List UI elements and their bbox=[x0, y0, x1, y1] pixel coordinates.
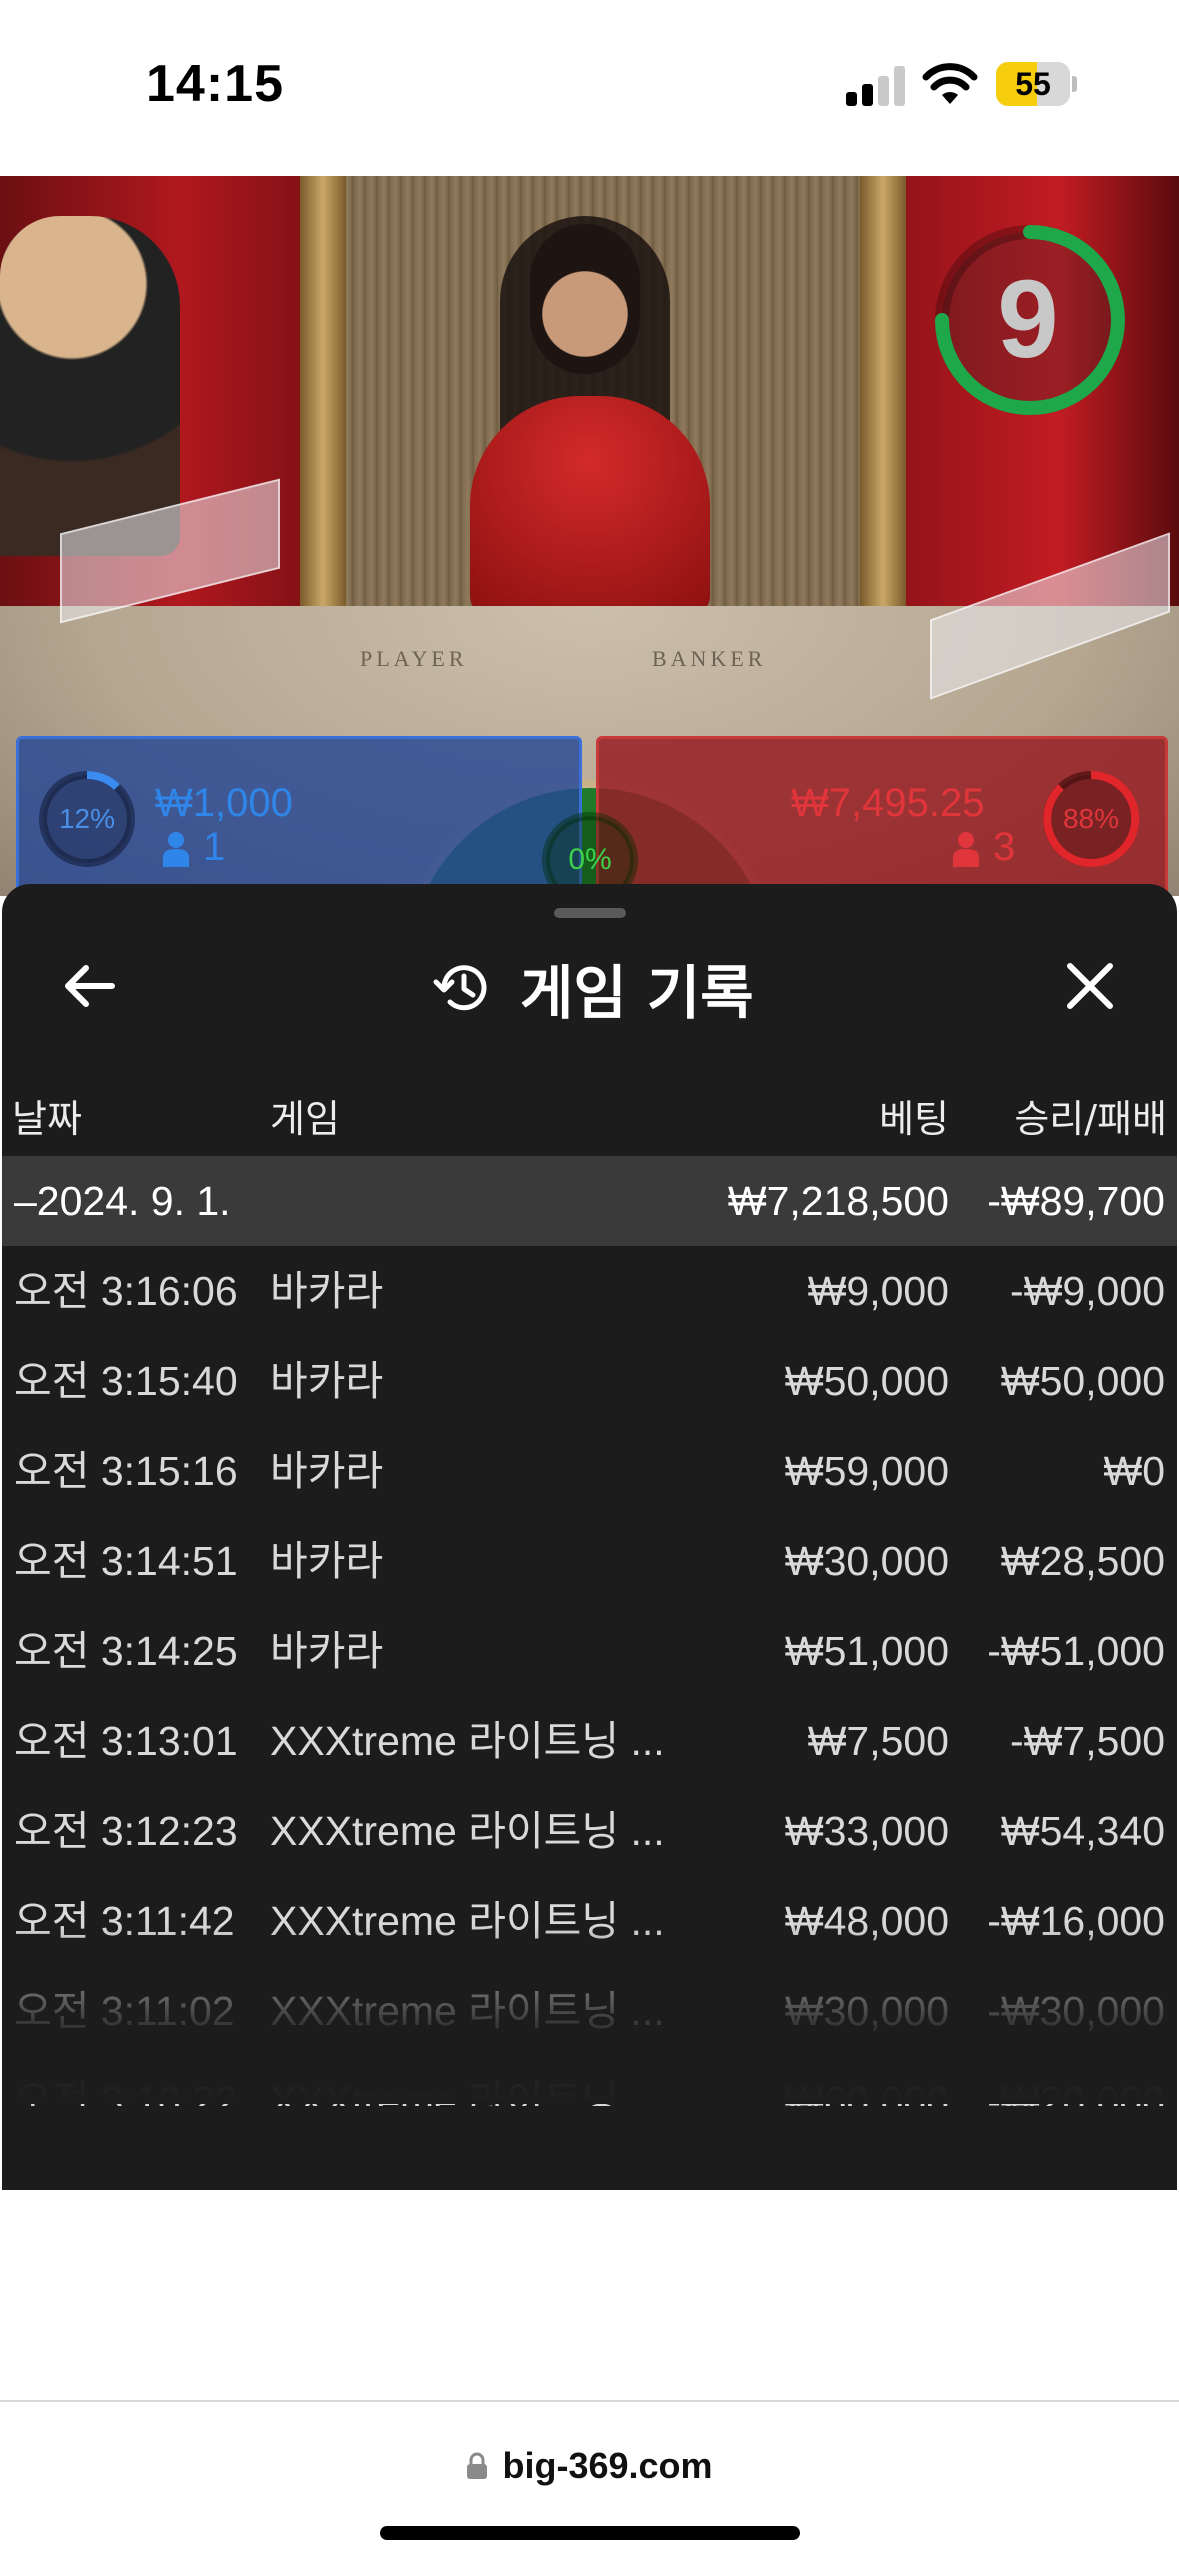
row-time: 오전 3:11:42 bbox=[14, 1898, 235, 1944]
table-header: 날짜 게임 베팅 승리/패배 bbox=[2, 1084, 1177, 1154]
row-result: ₩50,000 bbox=[1000, 1358, 1165, 1404]
battery-percent: 55 bbox=[1015, 66, 1051, 102]
history-list: 오전 3:16:06 바카라 ₩9,000 -₩9,000 오전 3:15:40… bbox=[2, 1246, 1177, 2106]
banker-count-person-icon bbox=[953, 832, 979, 867]
row-game: XXXtreme 라이트닝 ... bbox=[270, 1808, 665, 1854]
row-game: XXXtreme 라이트닝 ... bbox=[270, 1898, 665, 1944]
table-row[interactable]: 오전 3:15:16 바카라 ₩59,000 ₩0 bbox=[2, 1426, 1177, 1516]
row-bet: ₩30,000 bbox=[784, 1538, 949, 1584]
row-bet: ₩50,000 bbox=[784, 1358, 949, 1404]
row-game: 바카라 bbox=[270, 1358, 384, 1404]
url-text[interactable]: big-369.com bbox=[502, 2445, 712, 2487]
lock-icon bbox=[467, 2452, 488, 2479]
row-time: 오전 3:11:02 bbox=[14, 1988, 235, 2034]
day-total-result: -₩89,700 bbox=[987, 1178, 1165, 1224]
banker-count: 3 bbox=[993, 825, 1016, 869]
row-bet: ₩59,000 bbox=[784, 1448, 949, 1494]
page-title: 게임 기록 bbox=[520, 959, 754, 1027]
cellular-signal-icon bbox=[846, 66, 906, 106]
row-bet: ₩60,000 bbox=[784, 2078, 949, 2106]
table-label-banker: BANKER bbox=[652, 646, 767, 671]
row-bet: ₩7,500 bbox=[807, 1718, 949, 1764]
table-row[interactable]: 오전 3:11:02 XXXtreme 라이트닝 ... ₩30,000 -₩3… bbox=[2, 1966, 1177, 2056]
row-game: 바카라 bbox=[270, 1538, 384, 1584]
row-game: 바카라 bbox=[270, 1628, 384, 1674]
row-result: -₩20,000 bbox=[987, 2078, 1165, 2106]
row-time: 오전 3:15:40 bbox=[14, 1358, 238, 1404]
day-summary-row[interactable]: –2024. 9. 1. ₩7,218,500 -₩89,700 bbox=[2, 1156, 1177, 1246]
battery-icon: 55 bbox=[996, 62, 1077, 106]
countdown-timer: 9 bbox=[997, 258, 1059, 381]
row-game: XXXtreme 라이트닝 ... bbox=[270, 2078, 665, 2106]
row-time: 오전 3:16:06 bbox=[14, 1268, 238, 1314]
player-bet-panel[interactable]: 12% ₩1,000 1 bbox=[16, 736, 582, 906]
table-row[interactable]: 오전 3:15:40 바카라 ₩50,000 ₩50,000 bbox=[2, 1336, 1177, 1426]
game-history-sheet: 게임 기록 날짜 게임 베팅 승리/패배 –2024. 9. 1. ₩7,218… bbox=[2, 884, 1177, 2190]
table-row[interactable]: 오전 3:10:22 XXXtreme 라이트닝 ... ₩60,000 -₩2… bbox=[2, 2056, 1177, 2106]
row-time: 오전 3:14:51 bbox=[14, 1538, 238, 1584]
back-arrow-icon[interactable] bbox=[58, 954, 122, 1018]
row-time: 오전 3:12:23 bbox=[14, 1808, 238, 1854]
status-time: 14:15 bbox=[146, 55, 284, 113]
row-result: ₩28,500 bbox=[1000, 1538, 1165, 1584]
browser-address-bar[interactable]: big-369.com bbox=[0, 2400, 1179, 2556]
row-result: -₩7,500 bbox=[1010, 1718, 1165, 1764]
row-time: 오전 3:10:22 bbox=[14, 2078, 238, 2106]
home-indicator[interactable] bbox=[380, 2526, 800, 2540]
row-result: -₩16,000 bbox=[987, 1898, 1165, 1944]
table-row[interactable]: 오전 3:14:25 바카라 ₩51,000 -₩51,000 bbox=[2, 1606, 1177, 1696]
table-row[interactable]: 오전 3:16:06 바카라 ₩9,000 -₩9,000 bbox=[2, 1246, 1177, 1336]
row-game: 바카라 bbox=[270, 1448, 384, 1494]
table-row[interactable]: 오전 3:11:42 XXXtreme 라이트닝 ... ₩48,000 -₩1… bbox=[2, 1876, 1177, 1966]
column-header-date: 날짜 bbox=[12, 1097, 82, 1141]
column-header-bet: 베팅 bbox=[879, 1097, 949, 1141]
day-total-bet: ₩7,218,500 bbox=[727, 1178, 949, 1224]
column-header-result: 승리/패배 bbox=[1014, 1097, 1167, 1141]
player-count: 1 bbox=[203, 825, 226, 869]
table-row[interactable]: 오전 3:13:01 XXXtreme 라이트닝 ... ₩7,500 -₩7,… bbox=[2, 1696, 1177, 1786]
row-game: XXXtreme 라이트닝 ... bbox=[270, 1988, 665, 2034]
row-bet: ₩33,000 bbox=[784, 1808, 949, 1854]
row-game: XXXtreme 라이트닝 ... bbox=[270, 1718, 665, 1764]
column-header-game: 게임 bbox=[270, 1097, 340, 1141]
sheet-header: 게임 기록 bbox=[432, 948, 754, 1028]
close-icon[interactable] bbox=[1058, 954, 1122, 1018]
row-result: -₩9,000 bbox=[1010, 1268, 1165, 1314]
player-bet-amount: ₩1,000 bbox=[155, 781, 293, 825]
row-bet: ₩9,000 bbox=[807, 1268, 949, 1314]
table-row[interactable]: 오전 3:14:51 바카라 ₩30,000 ₩28,500 bbox=[2, 1516, 1177, 1606]
row-game: 바카라 bbox=[270, 1268, 384, 1314]
banker-percent: 88% bbox=[1062, 803, 1120, 834]
history-clock-icon bbox=[433, 965, 487, 1011]
row-result: -₩51,000 bbox=[987, 1628, 1165, 1674]
row-bet: ₩30,000 bbox=[784, 1988, 949, 2034]
banker-bet-panel[interactable]: ₩7,495.25 3 88% bbox=[596, 736, 1168, 906]
wifi-icon bbox=[922, 63, 978, 104]
table-row[interactable]: 오전 3:12:23 XXXtreme 라이트닝 ... ₩33,000 ₩54… bbox=[2, 1786, 1177, 1876]
sheet-drag-handle[interactable] bbox=[554, 908, 626, 918]
row-bet: ₩51,000 bbox=[784, 1628, 949, 1674]
row-result: -₩30,000 bbox=[987, 1988, 1165, 2034]
second-dealer bbox=[0, 216, 180, 556]
row-time: 오전 3:14:25 bbox=[14, 1628, 238, 1674]
row-time: 오전 3:15:16 bbox=[14, 1448, 238, 1494]
row-result: ₩54,340 bbox=[1000, 1808, 1165, 1854]
banker-bet-amount: ₩7,495.25 bbox=[791, 781, 985, 825]
table-label-player: PLAYER bbox=[360, 646, 468, 671]
row-bet: ₩48,000 bbox=[784, 1898, 949, 1944]
row-result: ₩0 bbox=[1103, 1448, 1166, 1494]
dealer bbox=[470, 396, 710, 616]
day-label: –2024. 9. 1. bbox=[14, 1178, 231, 1224]
player-percent: 12% bbox=[58, 803, 116, 834]
row-time: 오전 3:13:01 bbox=[14, 1718, 238, 1764]
status-bar: 14:15 55 bbox=[0, 0, 1179, 176]
player-count-person-icon bbox=[163, 832, 189, 867]
